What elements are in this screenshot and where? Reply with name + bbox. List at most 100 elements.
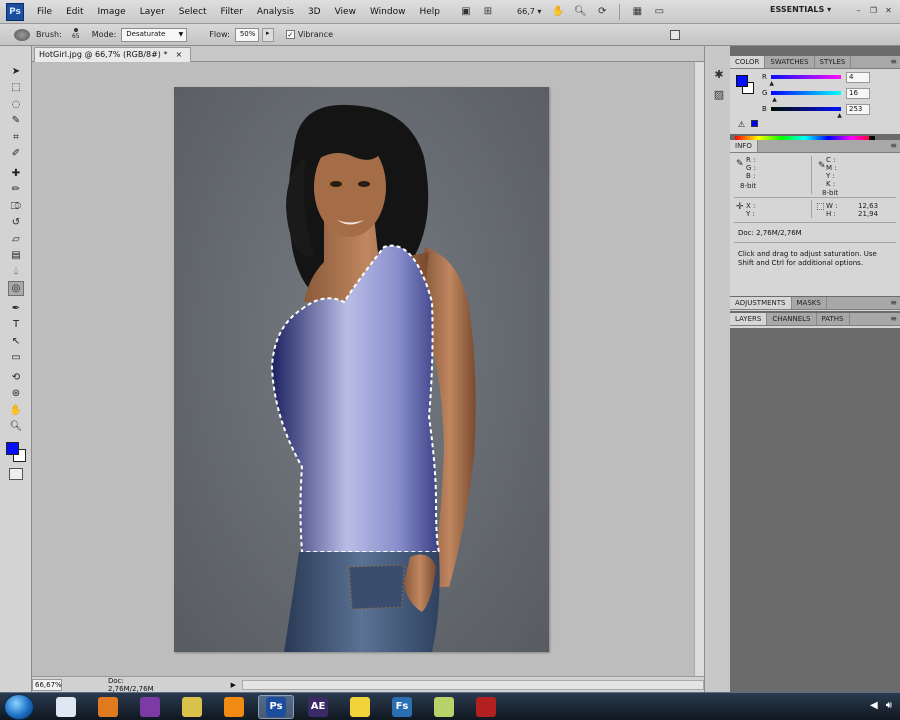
taskbar-item-app-green[interactable] bbox=[426, 695, 462, 719]
slider-red[interactable]: R ▲ 4 bbox=[762, 72, 900, 87]
crop-tool-icon[interactable]: ⌗ bbox=[8, 130, 24, 145]
mode-select[interactable]: Desaturate ▼ bbox=[121, 27, 188, 42]
foreground-color-swatch[interactable] bbox=[736, 75, 748, 87]
shape-tool-icon[interactable]: ▭ bbox=[8, 350, 24, 365]
slider-green[interactable]: G ▲ 16 bbox=[762, 88, 900, 103]
sponge-tool-icon[interactable]: ◎ bbox=[8, 280, 24, 296]
3d-rotate-tool-icon[interactable]: ⟲ bbox=[8, 370, 24, 385]
status-zoom-field[interactable]: 66,67% bbox=[32, 678, 62, 691]
tray-arrow-icon[interactable]: ◀ bbox=[870, 700, 878, 711]
3d-orbit-tool-icon[interactable]: ⊛ bbox=[8, 386, 24, 401]
menu-layer[interactable]: Layer bbox=[133, 7, 172, 17]
tab-styles[interactable]: STYLES bbox=[815, 56, 852, 68]
slider-blue-value[interactable]: 253 bbox=[846, 104, 870, 115]
tab-adjustments[interactable]: ADJUSTMENTS bbox=[730, 297, 792, 309]
slider-green-knob[interactable]: ▲ bbox=[772, 96, 777, 103]
rotate-view-icon[interactable]: ⟳ bbox=[593, 4, 611, 20]
menu-analysis[interactable]: Analysis bbox=[250, 7, 301, 17]
flow-input[interactable]: 50% bbox=[234, 27, 259, 42]
navigator-icon[interactable]: ✱ bbox=[712, 68, 726, 82]
workspace-switcher[interactable]: ESSENTIALS ▾ bbox=[770, 5, 831, 14]
slider-blue[interactable]: B ▲ 253 bbox=[762, 104, 900, 119]
taskbar-item-firefox[interactable] bbox=[90, 695, 126, 719]
bridge-icon[interactable]: ▣ bbox=[457, 4, 475, 20]
path-selection-tool-icon[interactable]: ↖ bbox=[8, 334, 24, 349]
gradient-tool-icon[interactable]: ▤ bbox=[8, 248, 24, 263]
taskbar-item-notes[interactable] bbox=[174, 695, 210, 719]
slider-blue-knob[interactable]: ▲ bbox=[837, 112, 842, 119]
brush-picker[interactable]: 65 bbox=[66, 27, 86, 43]
menu-3d[interactable]: 3D bbox=[301, 7, 328, 17]
zoom-tool-icon[interactable]: 🔍︎ bbox=[8, 419, 24, 434]
taskbar-item-vlc[interactable] bbox=[216, 695, 252, 719]
sponge-tool-preset-icon[interactable] bbox=[14, 28, 30, 41]
quick-mask-icon[interactable] bbox=[9, 468, 23, 480]
clone-stamp-tool-icon[interactable]: ⎄ bbox=[8, 199, 24, 214]
tab-swatches[interactable]: SWATCHES bbox=[765, 56, 815, 68]
eraser-tool-icon[interactable]: ▱ bbox=[8, 232, 24, 247]
slider-green-value[interactable]: 16 bbox=[846, 88, 870, 99]
slider-green-track[interactable] bbox=[771, 91, 841, 95]
vertical-scrollbar[interactable] bbox=[694, 62, 704, 676]
start-button[interactable] bbox=[4, 693, 34, 720]
menu-file[interactable]: File bbox=[30, 7, 59, 17]
move-tool-icon[interactable]: ➤ bbox=[8, 64, 24, 79]
airbrush-toggle[interactable]: ▸ bbox=[261, 27, 274, 42]
tab-channels[interactable]: CHANNELS bbox=[767, 313, 817, 325]
menu-edit[interactable]: Edit bbox=[59, 7, 90, 17]
slider-red-value[interactable]: 4 bbox=[846, 72, 870, 83]
panel-menu-icon[interactable]: ≡ bbox=[890, 297, 897, 309]
vibrance-checkbox[interactable]: ✓ bbox=[285, 30, 295, 39]
spot-healing-tool-icon[interactable]: ✚ bbox=[8, 166, 24, 181]
tab-masks[interactable]: MASKS bbox=[792, 297, 827, 309]
panel-menu-icon[interactable]: ≡ bbox=[890, 313, 897, 325]
menu-image[interactable]: Image bbox=[91, 7, 133, 17]
document-image[interactable] bbox=[174, 87, 549, 652]
blur-tool-icon[interactable]: 💧︎ bbox=[8, 264, 24, 279]
panel-dock-icon[interactable] bbox=[670, 30, 680, 40]
menu-help[interactable]: Help bbox=[412, 7, 447, 17]
hand-tool-icon[interactable]: ✋ bbox=[8, 403, 24, 418]
marquee-tool-icon[interactable]: ⬚ bbox=[8, 80, 24, 95]
arrange-documents-icon[interactable]: ▦ bbox=[628, 4, 646, 20]
horizontal-scrollbar[interactable] bbox=[242, 679, 704, 690]
taskbar-item-app-red[interactable] bbox=[468, 695, 504, 719]
menu-select[interactable]: Select bbox=[172, 7, 214, 17]
history-brush-tool-icon[interactable]: ↺ bbox=[8, 215, 24, 230]
taskbar-item-after-effects[interactable]: AE bbox=[300, 695, 336, 719]
minimize-button[interactable]: – bbox=[853, 5, 864, 16]
lasso-tool-icon[interactable]: ◌ bbox=[8, 97, 24, 112]
slider-blue-track[interactable] bbox=[771, 107, 841, 111]
tab-color[interactable]: COLOR bbox=[730, 56, 766, 68]
close-tab-icon[interactable]: × bbox=[175, 48, 182, 62]
slider-red-knob[interactable]: ▲ bbox=[769, 80, 774, 87]
screen-mode-icon[interactable]: ▭ bbox=[650, 4, 668, 20]
zoom-icon[interactable]: 🔍︎ bbox=[571, 4, 589, 20]
restore-button[interactable]: ❐ bbox=[868, 5, 879, 16]
panel-menu-icon[interactable]: ≡ bbox=[890, 140, 897, 152]
tab-layers[interactable]: LAYERS bbox=[730, 313, 768, 325]
volume-icon[interactable]: 🔊︎ bbox=[886, 700, 892, 711]
websafe-color-swatch[interactable] bbox=[751, 120, 758, 127]
out-of-gamut-warning-icon[interactable]: ⚠ bbox=[738, 120, 745, 129]
panel-menu-icon[interactable]: ≡ bbox=[890, 56, 897, 68]
menu-view[interactable]: View bbox=[328, 7, 363, 17]
view-extras-icon[interactable]: ⊞ bbox=[479, 4, 497, 20]
menu-window[interactable]: Window bbox=[363, 7, 413, 17]
pen-tool-icon[interactable]: ✒ bbox=[8, 301, 24, 316]
hand-icon[interactable]: ✋ bbox=[549, 4, 567, 20]
histogram-icon[interactable]: ▨ bbox=[712, 88, 726, 102]
status-menu-arrow-icon[interactable]: ▶ bbox=[231, 681, 236, 689]
quick-selection-tool-icon[interactable]: ✎ bbox=[8, 113, 24, 128]
taskbar-item-flash[interactable]: Fs bbox=[384, 695, 420, 719]
document-tab[interactable]: HotGirl.jpg @ 66,7% (RGB/8#) * × bbox=[34, 47, 192, 62]
eyedropper-tool-icon[interactable]: ✐ bbox=[8, 146, 24, 161]
taskbar-item-yahoo-messenger[interactable] bbox=[132, 695, 168, 719]
brush-tool-icon[interactable]: ✏ bbox=[8, 182, 24, 197]
menu-filter[interactable]: Filter bbox=[214, 7, 250, 17]
foreground-color-swatch[interactable] bbox=[6, 442, 19, 455]
taskbar-item-photoshop[interactable]: Ps bbox=[258, 694, 294, 719]
slider-red-track[interactable] bbox=[771, 75, 841, 79]
close-button[interactable]: ✕ bbox=[883, 5, 894, 16]
taskbar-item-smiley[interactable] bbox=[342, 695, 378, 719]
